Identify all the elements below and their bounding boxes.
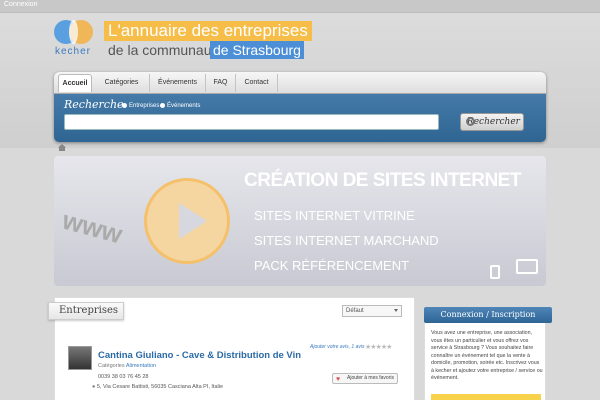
tab-faq[interactable]: FAQ — [206, 74, 236, 92]
www-graphic: www — [59, 204, 126, 250]
banner-ad[interactable]: www CRÉATION DE SITES INTERNET SITES INT… — [54, 156, 546, 286]
rating-stars[interactable]: ★★★★★ — [365, 343, 392, 351]
logo-name: kecher — [55, 46, 92, 57]
home-icon[interactable] — [58, 144, 66, 151]
top-bar: Connexion — [0, 0, 600, 13]
sidebar-highlight-link[interactable] — [431, 394, 541, 400]
tab-accueil[interactable]: Accueil — [58, 74, 92, 92]
sidebar-title: Connexion / Inscription — [424, 307, 552, 323]
add-favorite-button[interactable]: ♥ Ajouter à mes favoris — [332, 373, 398, 384]
business-category: Catégories Alimentation — [98, 363, 156, 369]
banner-line-3: PACK RÉFÉRENCEMENT — [254, 258, 410, 273]
play-icon — [144, 178, 230, 264]
logo[interactable]: kecher — [54, 20, 98, 58]
tab-contact[interactable]: Contact — [236, 74, 278, 92]
radio-evenements-label: Événements — [167, 103, 201, 110]
radio-evenements[interactable]: Événements — [160, 103, 200, 109]
search-input[interactable] — [64, 114, 439, 130]
category-link[interactable]: Alimentation — [126, 363, 156, 369]
radio-dot-icon — [160, 103, 165, 108]
logo-circle-overlap — [69, 20, 78, 44]
business-thumbnail[interactable] — [68, 346, 92, 370]
tab-evenements[interactable]: Événements — [150, 74, 206, 92]
sort-select[interactable]: Défaut — [342, 305, 402, 317]
banner-line-2: SITES INTERNET MARCHAND — [254, 233, 439, 248]
search-label: Recherche — [64, 98, 124, 111]
nav-tabs: Accueil Catégories Événements FAQ Contac… — [54, 72, 546, 94]
radio-dot-icon — [122, 103, 127, 108]
radio-entreprises-label: Entreprises — [129, 103, 160, 110]
navigation-box: Accueil Catégories Événements FAQ Contac… — [54, 72, 546, 142]
magnifier-icon — [466, 117, 475, 126]
add-review-link[interactable]: Ajouter votre avis, 1 avis — [310, 344, 364, 350]
location-pin-icon: ● — [92, 384, 96, 390]
connexion-link[interactable]: Connexion — [4, 1, 37, 8]
search-button[interactable]: Rechercher — [460, 113, 524, 131]
radio-entreprises[interactable]: Entreprises — [122, 103, 159, 109]
heart-icon: ♥ — [336, 376, 341, 383]
business-name[interactable]: Cantina Giuliano - Cave & Distribution d… — [98, 350, 301, 361]
main-tab-entreprises[interactable]: Entreprises — [48, 302, 124, 320]
list-item: Cantina Giuliano - Cave & Distribution d… — [62, 338, 408, 400]
banner-line-1: SITES INTERNET VITRINE — [254, 208, 415, 223]
tab-categories[interactable]: Catégories — [94, 74, 150, 92]
sidebar-text: Vous avez une entreprise, une associatio… — [431, 330, 543, 381]
category-prefix: Catégories — [98, 363, 125, 369]
add-favorite-label: Ajouter à mes favoris — [347, 375, 394, 381]
business-phone: 0039 38 03 76 45 28 — [98, 374, 149, 380]
tagline-line3: de Strasbourg — [210, 41, 304, 59]
banner-title: CRÉATION DE SITES INTERNET — [244, 170, 521, 191]
business-address: ● 5, Via Cesare Battisti, 56035 Casciana… — [92, 384, 223, 390]
screen-icon — [516, 259, 538, 274]
tagline-line1: L'annuaire des entreprises — [104, 21, 312, 41]
tagline-line2: de la communauté — [108, 42, 224, 58]
phone-icon — [490, 265, 500, 279]
business-address-text: 5, Via Cesare Battisti, 56035 Casciana A… — [96, 384, 224, 390]
